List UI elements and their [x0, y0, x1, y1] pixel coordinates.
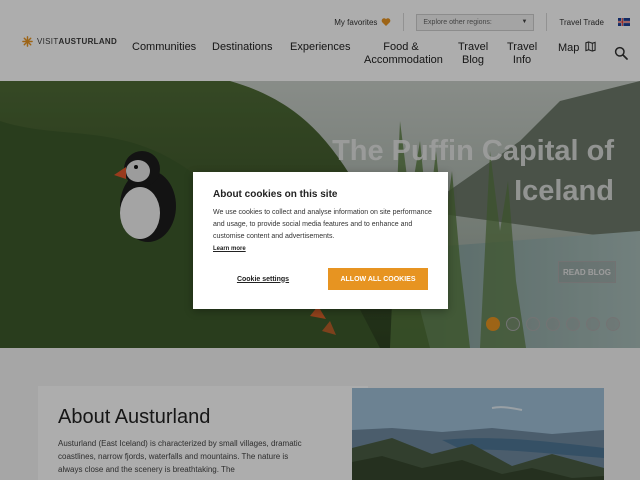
cookie-dialog-body: We use cookies to collect and analyse in… — [213, 209, 432, 240]
cookie-dialog: About cookies on this site We use cookie… — [193, 172, 448, 309]
learn-more-link[interactable]: Learn more — [213, 246, 246, 252]
cookie-dialog-title: About cookies on this site — [213, 189, 338, 200]
cookie-settings-button[interactable]: Cookie settings — [223, 272, 303, 286]
allow-all-cookies-button[interactable]: ALLOW ALL COOKIES — [328, 268, 428, 290]
